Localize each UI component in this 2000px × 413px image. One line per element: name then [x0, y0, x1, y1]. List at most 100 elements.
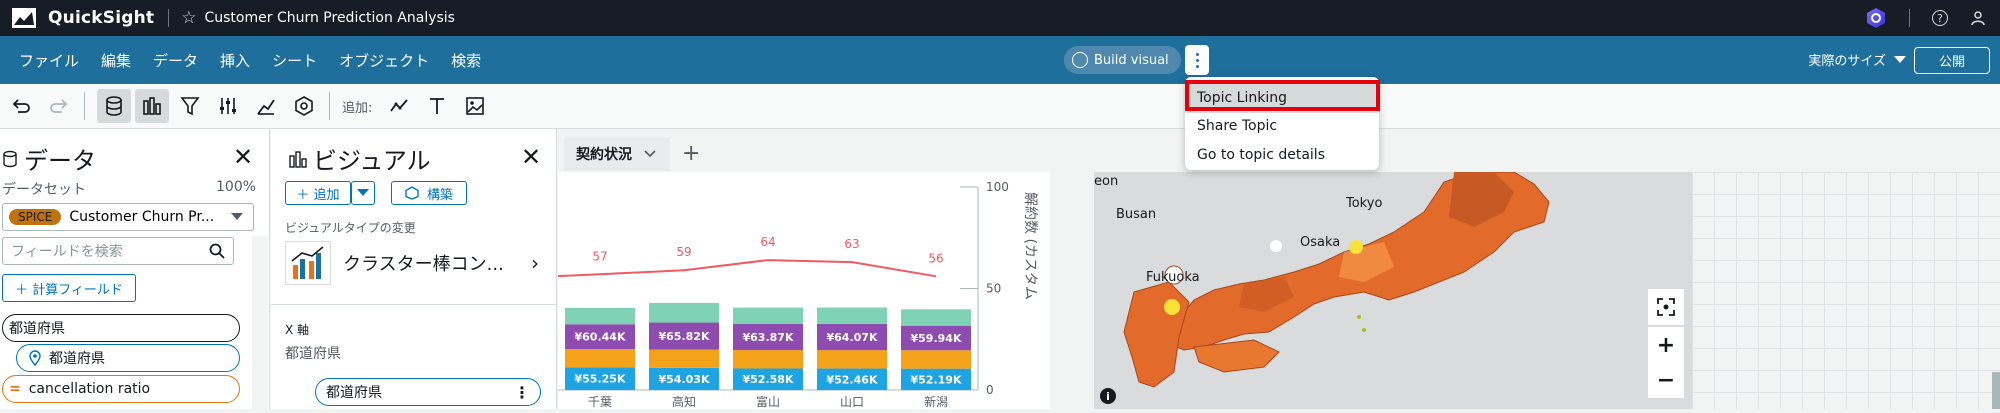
bar-chart-icon [143, 97, 161, 115]
line-data-label: 59 [676, 245, 691, 259]
database-icon [3, 150, 17, 167]
divider [1909, 9, 1910, 27]
filter-button[interactable] [173, 89, 207, 123]
topic-button[interactable] [287, 89, 321, 123]
zoom-out-button[interactable]: − [1648, 362, 1684, 398]
menu-data[interactable]: データ [142, 50, 209, 71]
zoom-label: 実際のサイズ [1808, 54, 1886, 69]
visuals-pane-toggle[interactable] [135, 89, 169, 123]
favorite-star-icon[interactable]: ☆ [181, 8, 196, 28]
add-sheet-icon[interactable]: + [682, 141, 700, 166]
bar-data-label: ¥59.94K [911, 332, 962, 345]
help-icon[interactable]: ? [1932, 10, 1948, 26]
bar-chart-icon [289, 150, 307, 168]
bar-segment [565, 307, 635, 325]
bar-segment [733, 350, 803, 369]
filter-icon [180, 97, 200, 116]
build-visual-icon [1072, 52, 1088, 68]
insights-button[interactable] [249, 89, 283, 123]
more-options-button[interactable] [1185, 45, 1209, 75]
text-icon [430, 98, 445, 114]
main-menu: ファイル 編集 データ 挿入 シート オブジェクト 検索 [8, 50, 492, 71]
bar-data-label: ¥65.82K [659, 330, 710, 343]
bar-segment [817, 307, 887, 324]
plus-icon: + [1656, 332, 1676, 358]
bar-data-label: ¥54.03K [659, 373, 710, 386]
bar-data-label: ¥52.46K [827, 373, 878, 386]
build-visual-button[interactable]: Build visual [1064, 46, 1181, 74]
field-group-prefecture[interactable]: 都道府県 [2, 314, 240, 342]
zoom-select[interactable]: 実際のサイズ [1808, 50, 1906, 69]
line-chart-icon [390, 99, 409, 112]
x-tick-label: 千葉 [588, 395, 612, 409]
chevron-right-icon: › [531, 251, 539, 275]
location-pin-icon [29, 350, 41, 366]
analysis-title[interactable]: Customer Churn Prediction Analysis [204, 10, 455, 26]
amazon-q-icon[interactable] [1865, 7, 1887, 29]
close-icon[interactable]: ✕ [233, 143, 253, 171]
combo-chart[interactable]: 100 50 0 解約数 (カスタム ¥55.25K ¥60.44K 千葉 ¥54.03K ¥6… [553, 172, 1050, 409]
menu-insert[interactable]: 挿入 [209, 50, 261, 71]
highlight-box [1185, 80, 1380, 111]
menu-search[interactable]: 検索 [440, 50, 492, 71]
tab-contract-status[interactable]: 契約状況 [564, 137, 670, 171]
dataset-select[interactable]: SPICE Customer Churn Pr... [2, 203, 254, 231]
field-menu-icon[interactable]: ⋮ [514, 383, 530, 402]
divider [168, 9, 170, 27]
menu-item-share-topic[interactable]: Share Topic [1185, 111, 1379, 141]
properties-button[interactable] [211, 89, 245, 123]
x-tick-label: 新潟 [924, 394, 948, 409]
add-dropdown-button[interactable] [351, 181, 375, 205]
toolbar: 追加: [0, 84, 2000, 129]
visual-type-name: クラスター棒コン... [343, 254, 504, 275]
add-text-button[interactable] [420, 89, 454, 123]
map-label: Busan [1116, 207, 1157, 222]
undo-icon [12, 99, 30, 113]
caret-down-icon [357, 189, 369, 196]
bar-data-label: ¥64.07K [827, 331, 878, 344]
close-icon[interactable]: ✕ [521, 143, 541, 171]
add-visual-button[interactable] [382, 89, 416, 123]
divider [329, 92, 330, 120]
x-axis-field[interactable]: 都道府県 ⋮ [315, 378, 541, 406]
scrollbar[interactable] [252, 236, 268, 409]
menu-edit[interactable]: 編集 [90, 50, 142, 71]
minus-icon: − [1656, 367, 1676, 393]
menu-item-go-to-topic-details[interactable]: Go to topic details [1185, 140, 1379, 170]
build-button[interactable]: 構築 [391, 181, 467, 205]
add-button[interactable]: ＋ 追加 [285, 181, 351, 205]
visual-type-selector[interactable]: クラスター棒コン... › [285, 241, 547, 285]
scrollbar[interactable] [1992, 372, 2000, 409]
bar-segment [901, 350, 971, 369]
user-icon[interactable] [1970, 10, 1986, 26]
map-label: Osaka [1300, 235, 1341, 250]
menu-object[interactable]: オブジェクト [328, 50, 440, 71]
publish-button[interactable]: 公開 [1914, 47, 1990, 74]
bar-segment [649, 302, 719, 323]
top-bar: QuickSight ☆ Customer Churn Prediction A… [0, 0, 2000, 36]
data-pane-toggle[interactable] [97, 89, 131, 123]
line-data-label: 63 [844, 237, 859, 251]
database-icon [106, 96, 122, 116]
menu-file[interactable]: ファイル [8, 50, 90, 71]
undo-button[interactable] [4, 89, 38, 123]
field-prefecture-geo[interactable]: 都道府県 [16, 344, 240, 372]
zoom-in-button[interactable]: + [1648, 327, 1684, 363]
dataset-name: Customer Churn Pr... [69, 209, 215, 225]
add-calculated-field-button[interactable]: ＋ 計算フィールド [2, 274, 136, 302]
field-label: cancellation ratio [28, 381, 151, 397]
field-cancellation-ratio[interactable]: = cancellation ratio [2, 375, 240, 403]
add-image-button[interactable] [458, 89, 492, 123]
x-axis-sublabel: 都道府県 [285, 346, 341, 362]
y2-tick-label: 50 [986, 282, 1001, 296]
map-visual[interactable]: eon Busan Tokyo Osaka Fukuoka i [1094, 172, 1692, 409]
dataset-percentage: 100% [216, 179, 257, 195]
menu-sheet[interactable]: シート [261, 50, 328, 71]
info-icon[interactable]: i [1100, 388, 1116, 404]
change-type-label: ビジュアルタイプの変更 [285, 221, 416, 235]
recenter-button[interactable] [1648, 289, 1684, 325]
field-search-input[interactable]: フィールドを検索 [2, 237, 234, 265]
y2-tick-label: 100 [986, 180, 1009, 194]
image-icon [466, 97, 485, 115]
redo-button[interactable] [42, 89, 76, 123]
